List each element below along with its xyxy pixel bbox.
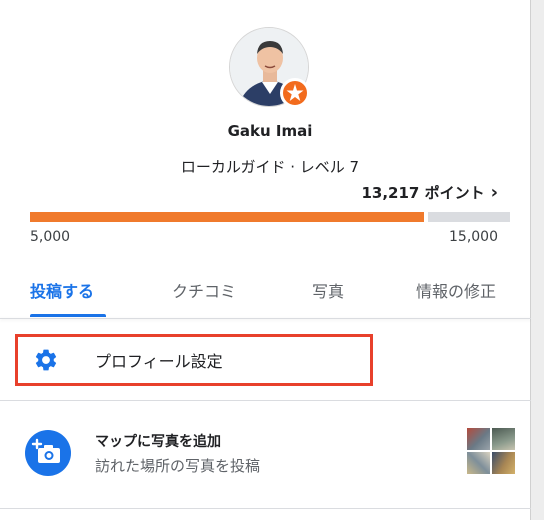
tab-photos[interactable]: 写真 <box>312 278 344 302</box>
bottom-divider <box>0 508 531 509</box>
local-guide-level: ローカルガイド · レベル 7 <box>180 158 360 176</box>
thumbnail-image <box>467 428 490 450</box>
thumbnail-image <box>492 428 515 450</box>
progress-max-label: 15,000 <box>449 229 498 245</box>
add-photo-subtitle: 訪れた場所の写真を投稿 <box>95 457 261 475</box>
points-label: 13,217 ポイント <box>361 184 485 202</box>
photo-thumbnails <box>467 428 515 474</box>
progress-min-label: 5,000 <box>30 229 71 245</box>
local-guide-badge <box>280 78 310 108</box>
profile-settings-label: プロフィール設定 <box>95 352 223 371</box>
camera-plus-icon <box>31 438 60 463</box>
add-photo-item[interactable] <box>0 410 531 490</box>
active-tab-indicator <box>30 314 106 317</box>
progress-bar-track <box>428 212 510 222</box>
tab-post[interactable]: 投稿する <box>30 278 94 302</box>
gear-icon <box>35 349 57 371</box>
profile-panel: Gaku Imai ローカルガイド · レベル 7 13,217 ポイント › 5… <box>0 0 531 520</box>
tab-edits[interactable]: 情報の修正 <box>416 278 496 302</box>
progress-bar-fill <box>30 212 424 222</box>
thumbnail-image <box>492 452 515 474</box>
thumbnail-image <box>467 452 490 474</box>
tab-bar: 投稿する クチコミ 写真 情報の修正 <box>0 262 531 318</box>
points-link[interactable]: 13,217 ポイント › <box>361 182 498 203</box>
tabs-divider <box>0 318 531 319</box>
chevron-right-icon: › <box>490 182 498 203</box>
row-divider <box>0 400 531 401</box>
add-photo-title: マップに写真を追加 <box>95 434 221 450</box>
add-photo-icon <box>25 430 71 476</box>
map-edge <box>531 0 544 520</box>
profile-name: Gaku Imai <box>227 122 313 140</box>
tab-reviews[interactable]: クチコミ <box>172 278 236 302</box>
star-badge-icon <box>286 84 304 101</box>
